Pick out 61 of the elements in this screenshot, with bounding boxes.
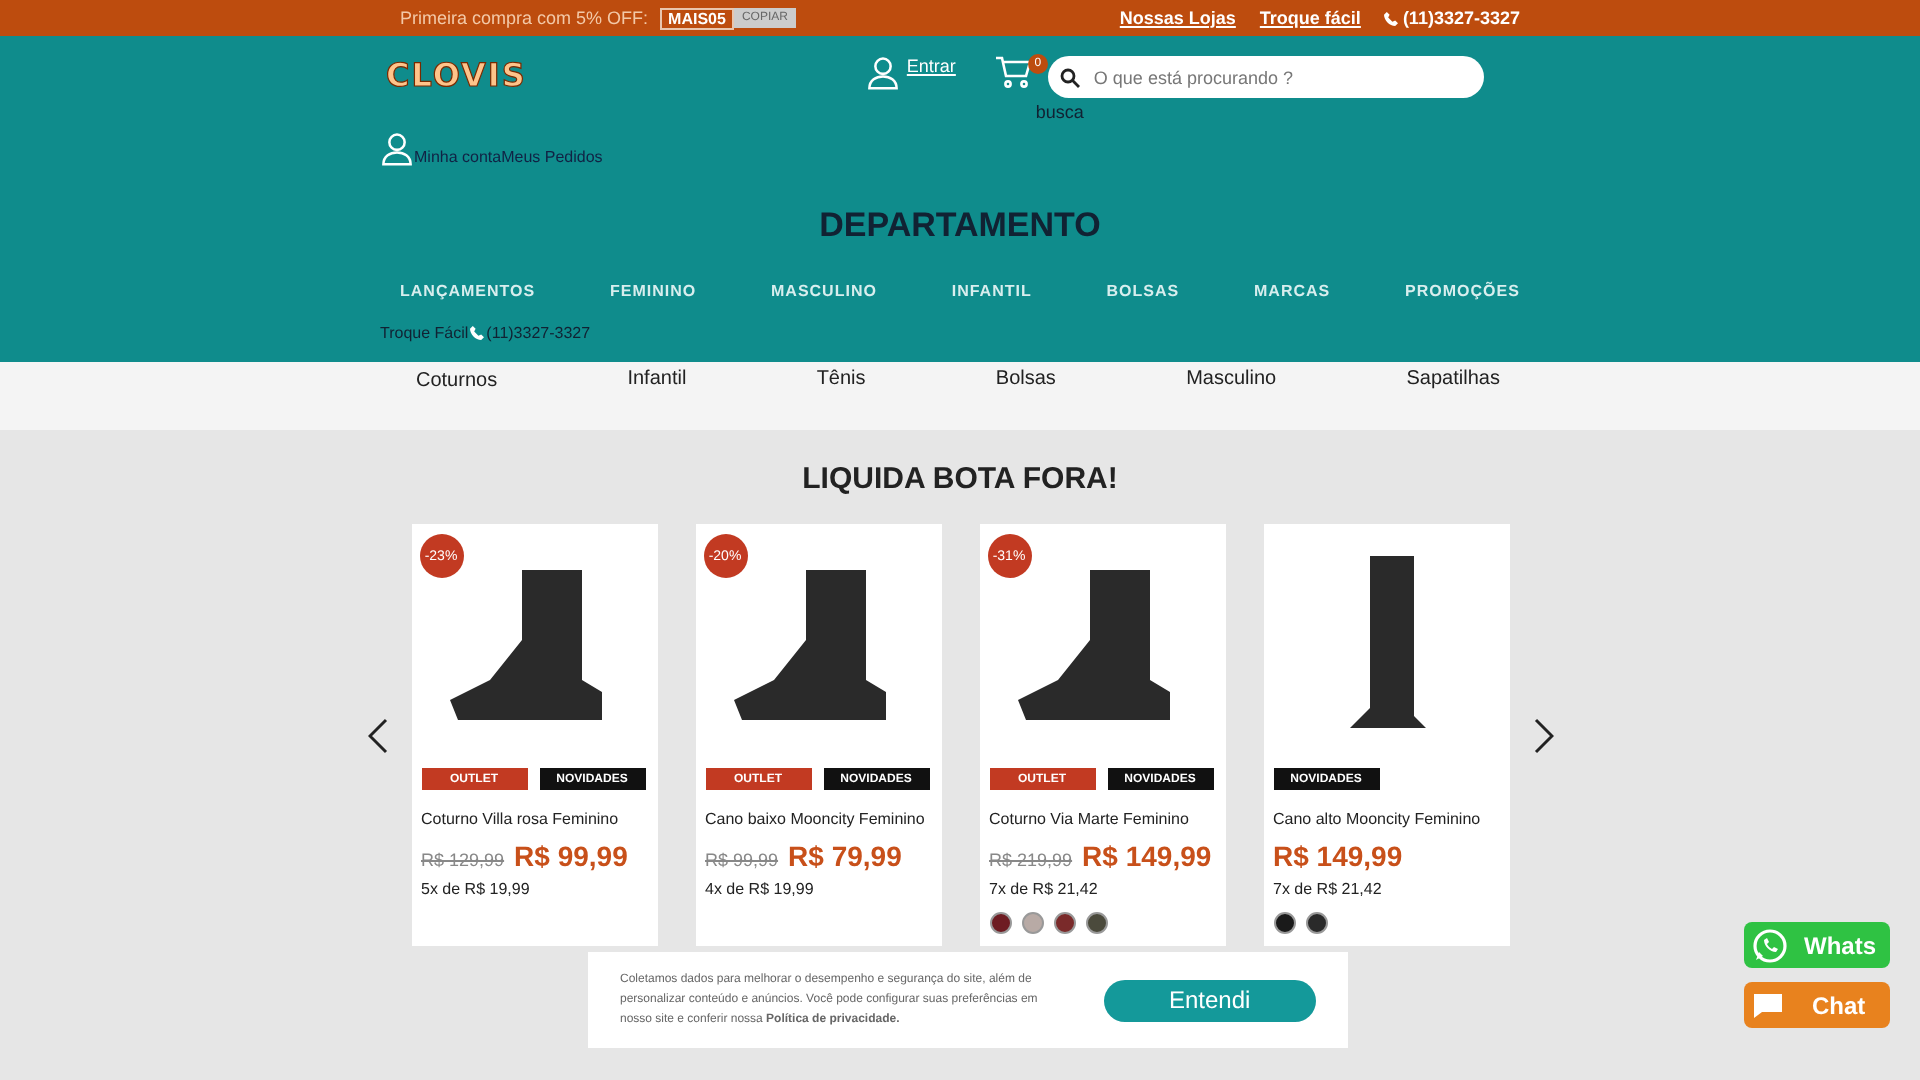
category-link[interactable]: Tênis xyxy=(816,368,866,390)
search-icon xyxy=(1059,67,1080,87)
department-title: DEPARTAMENTO xyxy=(817,206,1103,246)
whatsapp-icon xyxy=(1752,927,1788,963)
next-button[interactable] xyxy=(1533,717,1553,753)
category-link[interactable]: Bolsas xyxy=(995,368,1056,390)
nav-item[interactable]: INFANTIL xyxy=(951,282,1032,300)
product-name[interactable]: Coturno Via Marte Feminino xyxy=(989,810,1189,828)
product-name[interactable]: Cano baixo Mooncity Feminino xyxy=(705,810,925,828)
installments: 7x de R$ 21,42 xyxy=(1273,880,1384,898)
installments: 7x de R$ 21,42 xyxy=(989,880,1100,898)
product-price: R$ 79,99 xyxy=(788,840,902,872)
color-swatch[interactable] xyxy=(1053,912,1075,934)
phone-link[interactable]: (11)3327-3327 xyxy=(1402,8,1520,28)
account-links[interactable]: Minha contaMeus Pedidos xyxy=(414,148,603,166)
product-name[interactable]: Coturno Villa rosa Feminino xyxy=(421,810,619,828)
nav-item[interactable]: MASCULINO xyxy=(771,282,877,300)
login-link[interactable]: Entrar xyxy=(906,56,956,76)
old-price: R$ 219,99 xyxy=(989,850,1073,870)
category-link[interactable]: Masculino xyxy=(1186,368,1277,390)
category-link[interactable]: Sapatilhas xyxy=(1406,368,1500,390)
logo[interactable]: CLOVIS xyxy=(386,56,527,94)
promo-text: Primeira compra com 5% OFF: xyxy=(400,8,649,28)
top-link[interactable]: Nossas Lojas xyxy=(1119,8,1236,28)
product-price: R$ 99,99 xyxy=(514,840,628,872)
color-swatch[interactable] xyxy=(1021,912,1043,934)
chat-bubble-icon xyxy=(1752,991,1784,1019)
product-name[interactable]: Cano alto Mooncity Feminino xyxy=(1273,810,1481,828)
user-icon[interactable] xyxy=(866,56,901,90)
search-field[interactable]: O que está procurando ? xyxy=(1047,56,1484,98)
section-title: LIQUIDA BOTA FORA! xyxy=(802,462,1118,496)
category-link[interactable]: Coturnos xyxy=(416,370,498,392)
coupon-code: MAIS05 xyxy=(660,7,734,29)
search-input[interactable]: O que está procurando ? xyxy=(1089,65,1450,89)
nav-item[interactable]: BOLSAS xyxy=(1106,282,1180,300)
nav-item[interactable]: LANÇAMENTOS xyxy=(400,282,536,300)
color-swatch[interactable] xyxy=(1273,912,1295,934)
cart-icon[interactable] xyxy=(995,56,1032,88)
color-swatch[interactable] xyxy=(989,912,1011,934)
phone-icon xyxy=(470,326,485,340)
color-swatch[interactable] xyxy=(1305,912,1327,934)
nav-item[interactable]: MARCAS xyxy=(1254,282,1331,300)
phone-icon xyxy=(1384,11,1399,25)
contact-text: Troque Fácil xyxy=(380,324,469,342)
chat-button[interactable]: Chat xyxy=(1744,982,1890,1028)
search-caption: busca xyxy=(1035,102,1086,122)
installments: 5x de R$ 19,99 xyxy=(421,880,532,898)
color-swatch[interactable] xyxy=(1085,912,1107,934)
old-price: R$ 99,99 xyxy=(705,850,779,870)
user-icon[interactable] xyxy=(380,132,414,166)
product-price: R$ 149,99 xyxy=(1082,840,1212,872)
top-link[interactable]: Troque fácil xyxy=(1259,8,1361,28)
nav-item[interactable]: FEMININO xyxy=(609,282,697,300)
installments: 4x de R$ 19,99 xyxy=(705,880,816,898)
old-price: R$ 129,99 xyxy=(421,850,505,870)
contact-phone: (11)3327-3327 xyxy=(486,324,591,342)
category-link[interactable]: Infantil xyxy=(627,368,687,390)
product-price: R$ 149,99 xyxy=(1273,840,1403,872)
accept-button[interactable]: Entendi xyxy=(1103,979,1316,1021)
nav-item[interactable]: PROMOÇÕES xyxy=(1405,282,1520,300)
previous-button[interactable] xyxy=(367,717,387,753)
